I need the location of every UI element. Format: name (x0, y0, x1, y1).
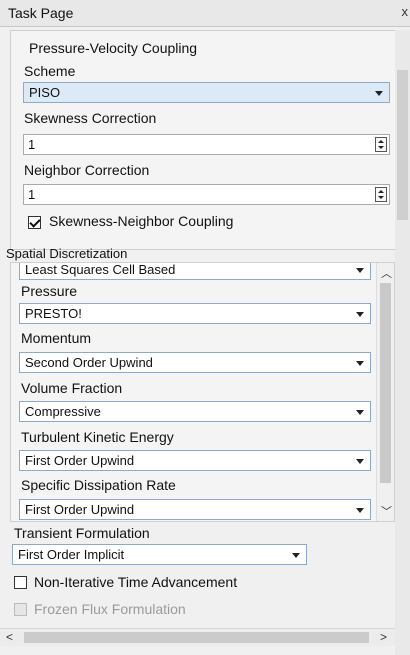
momentum-value: Second Order Upwind (25, 355, 153, 370)
volume-fraction-dropdown[interactable]: Compressive (19, 401, 371, 422)
transient-formulation-value: First Order Implicit (18, 547, 125, 562)
chevron-down-icon (356, 459, 364, 464)
neighbor-correction-input[interactable]: 1 (23, 184, 390, 205)
window-title: Task Page (8, 5, 74, 21)
chevron-down-icon (356, 312, 364, 317)
skewness-correction-value: 1 (28, 137, 36, 152)
neighbor-correction-label: Neighbor Correction (24, 162, 150, 178)
momentum-dropdown[interactable]: Second Order Upwind (19, 352, 371, 373)
gradient-dropdown[interactable]: Least Squares Cell Based (19, 262, 371, 280)
horizontal-scrollbar[interactable]: < > (0, 628, 395, 646)
frozen-flux-formulation-label: Frozen Flux Formulation (34, 601, 186, 617)
chevron-down-icon (292, 553, 300, 558)
pressure-velocity-group: Pressure-Velocity Coupling Scheme PISO S… (10, 30, 397, 250)
momentum-label: Momentum (21, 330, 92, 346)
page-scroll-thumb[interactable] (397, 70, 408, 220)
task-page-titlebar: Task Page x (0, 0, 410, 27)
turbulent-kinetic-energy-value: First Order Upwind (25, 453, 135, 468)
skewness-neighbor-coupling-label: Skewness-Neighbor Coupling (49, 213, 234, 229)
chevron-down-icon[interactable]: ﹀ (381, 503, 392, 519)
pressure-velocity-group-label: Pressure-Velocity Coupling (29, 40, 198, 56)
chevron-down-icon (356, 268, 364, 273)
spatial-scroll-thumb[interactable] (380, 283, 391, 483)
spatial-discretization-label: Spatial Discretization (6, 246, 128, 261)
transient-formulation-label: Transient Formulation (14, 525, 150, 541)
non-iterative-time-advancement-checkbox[interactable] (14, 576, 27, 589)
spatial-discretization-panel: Least Squares Cell Based Pressure PRESTO… (10, 262, 395, 522)
scheme-dropdown[interactable]: PISO (23, 82, 390, 103)
specific-dissipation-rate-value: First Order Upwind (25, 502, 135, 517)
scheme-value: PISO (29, 85, 61, 100)
spinner-icon[interactable] (375, 187, 387, 202)
chevron-left-icon[interactable]: < (6, 630, 13, 644)
turbulent-kinetic-energy-label: Turbulent Kinetic Energy (21, 429, 174, 445)
horizontal-scroll-thumb[interactable] (24, 632, 369, 643)
chevron-down-icon (375, 91, 383, 96)
gradient-value: Least Squares Cell Based (25, 262, 176, 277)
specific-dissipation-rate-dropdown[interactable]: First Order Upwind (19, 499, 371, 520)
close-icon[interactable]: x (402, 4, 409, 19)
chevron-down-icon (356, 410, 364, 415)
skewness-neighbor-coupling-checkbox[interactable] (28, 216, 41, 229)
frozen-flux-formulation-checkbox (14, 603, 27, 616)
skewness-correction-input[interactable]: 1 (23, 134, 390, 155)
neighbor-correction-value: 1 (28, 187, 36, 202)
transient-formulation-dropdown[interactable]: First Order Implicit (12, 544, 307, 565)
turbulent-kinetic-energy-dropdown[interactable]: First Order Upwind (19, 450, 371, 471)
skewness-correction-label: Skewness Correction (24, 110, 157, 126)
pressure-value: PRESTO! (25, 306, 82, 321)
pressure-label: Pressure (21, 283, 78, 299)
non-iterative-time-advancement-label: Non-Iterative Time Advancement (34, 574, 238, 590)
specific-dissipation-rate-label: Specific Dissipation Rate (21, 477, 176, 493)
chevron-right-icon[interactable]: > (380, 630, 387, 644)
page-vertical-scrollbar[interactable] (395, 30, 410, 655)
chevron-up-icon[interactable]: ︿ (381, 265, 392, 281)
volume-fraction-value: Compressive (25, 404, 101, 419)
volume-fraction-label: Volume Fraction (21, 380, 123, 396)
chevron-down-icon (356, 508, 364, 513)
chevron-down-icon (356, 361, 364, 366)
spinner-icon[interactable] (375, 137, 387, 152)
scheme-label: Scheme (24, 63, 76, 79)
pressure-dropdown[interactable]: PRESTO! (19, 303, 371, 324)
spatial-vertical-scrollbar[interactable]: ︿ ﹀ (376, 263, 394, 521)
